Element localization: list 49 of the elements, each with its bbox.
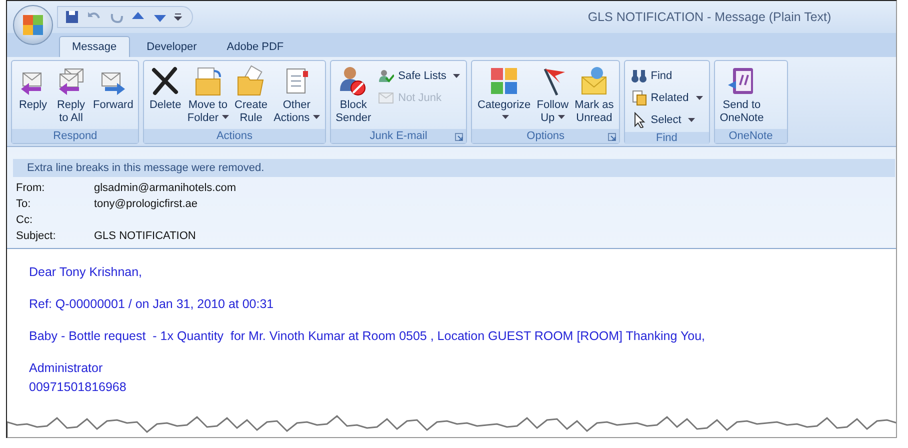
- info-bar-message: Extra line breaks in this message were removed.: [27, 162, 264, 174]
- ribbon-button[interactable]: Find: [628, 65, 706, 86]
- ribbon-tab[interactable]: Message: [59, 36, 130, 57]
- field-label: Subject:: [16, 230, 57, 242]
- group-label: OneNote: [728, 130, 773, 142]
- field-value: tony@prologicfirst.ae: [94, 198, 198, 210]
- office-logo-icon: [22, 14, 44, 36]
- field-label: To:: [16, 198, 32, 210]
- ribbon-button[interactable]: Categorize: [475, 63, 533, 127]
- save-icon[interactable]: [64, 9, 80, 25]
- ribbon-button[interactable]: Safe Lists: [375, 65, 464, 86]
- office-button[interactable]: [13, 5, 53, 45]
- group-label: Actions: [216, 130, 253, 142]
- message-text: Baby - Bottle request - 1x Quantity for Mr. Vinoth Kumar at Room 0505 , Location GUEST ROOM [ROOM] Thanking You,: [29, 329, 706, 343]
- field-value: glsadmin@armanihotels.com: [94, 182, 238, 194]
- message-text: Dear Tony Krishnan,: [29, 265, 144, 279]
- message-text: Administrator: [29, 361, 104, 375]
- ribbon-button[interactable]: Follow Up: [534, 63, 571, 127]
- window-title: GLS NOTIFICATION - Message (Plain Text): [586, 10, 832, 24]
- ribbon-button[interactable]: Move to Folder: [185, 63, 231, 127]
- group-label: Find: [656, 132, 678, 144]
- ribbon-button[interactable]: Send to OneNote: [718, 63, 766, 127]
- customize-toolbar-icon[interactable]: [174, 12, 182, 22]
- dialog-launcher-icon[interactable]: [608, 133, 616, 141]
- ribbon-button[interactable]: Select: [628, 109, 706, 130]
- ribbon-button[interactable]: Other Actions: [272, 63, 322, 127]
- ribbon-tab[interactable]: Adobe PDF: [214, 36, 297, 57]
- field-value: GLS NOTIFICATION: [94, 230, 197, 242]
- ribbon-button[interactable]: Block Sender: [334, 63, 374, 127]
- envelope-icon: [378, 90, 394, 106]
- field-label: From:: [16, 182, 46, 194]
- group-label: Junk E-mail: [370, 130, 428, 142]
- ribbon-button[interactable]: Reply to All: [53, 63, 89, 127]
- ribbon-button[interactable]: Create Rule: [232, 63, 270, 127]
- binoculars-icon: [630, 68, 647, 84]
- group-label: Respond: [53, 130, 98, 142]
- documents-icon: [630, 90, 647, 106]
- person-check-icon: [378, 68, 394, 84]
- dialog-launcher-icon[interactable]: [455, 133, 464, 141]
- ribbon-button[interactable]: Reply: [15, 63, 51, 114]
- group-label: Options: [526, 130, 565, 142]
- ribbon-button[interactable]: Mark as Unread: [572, 63, 616, 127]
- ribbon-button[interactable]: Forward: [91, 63, 136, 114]
- message-text: Ref: Q-00000001 / on Jan 31, 2010 at 00:31: [29, 297, 275, 311]
- ribbon-button[interactable]: Delete: [147, 63, 184, 114]
- ribbon-button[interactable]: Related: [628, 87, 706, 108]
- ribbon-tab[interactable]: Developer: [134, 36, 210, 57]
- message-text: 00971501816968: [29, 380, 128, 394]
- field-label: Cc:: [16, 214, 34, 226]
